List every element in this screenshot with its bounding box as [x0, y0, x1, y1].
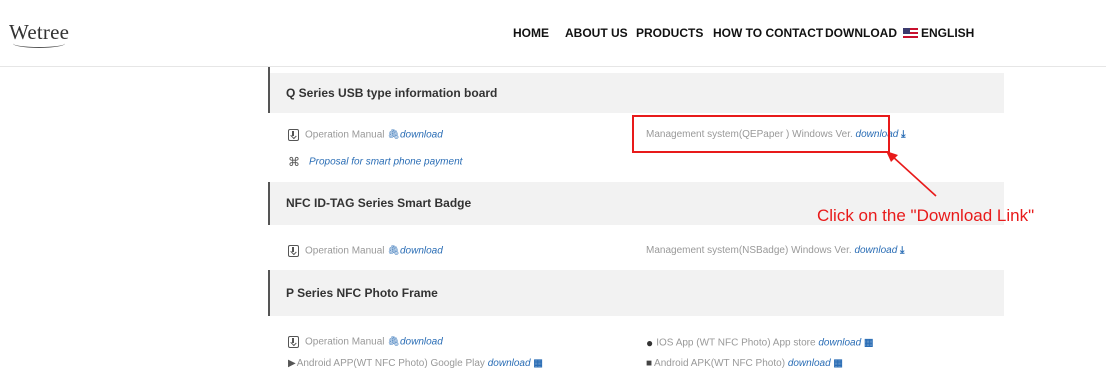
row-label: Management system(NSBadge) Windows Ver.: [646, 245, 852, 256]
download-link[interactable]: download: [818, 338, 861, 349]
nav-language-label: ENGLISH: [921, 26, 975, 40]
download-link[interactable]: download: [400, 246, 443, 257]
download-row: ■ Android APK(WT NFC Photo) download ▦: [646, 358, 843, 369]
row-label: Operation Manual: [305, 129, 385, 141]
paperclip-icon: 🖇: [387, 336, 400, 348]
google-play-icon: ▶: [288, 358, 296, 369]
download-link[interactable]: download: [788, 358, 831, 369]
download-row: ● IOS App (WT NFC Photo) App store downlo…: [646, 336, 873, 350]
payment-icon: ⌘: [288, 155, 300, 169]
download-icon[interactable]: ⤓: [901, 129, 905, 140]
qr-code-icon[interactable]: ▦: [533, 358, 542, 369]
row-label: Operation Manual: [305, 336, 385, 348]
download-row: Management system(NSBadge) Windows Ver. …: [646, 245, 904, 256]
annotation-text: Click on the "Download Link": [817, 206, 1035, 225]
apple-icon: ●: [646, 336, 654, 350]
document-download-icon: [288, 336, 299, 348]
row-label: Operation Manual: [305, 245, 385, 257]
download-row: Operation Manual 🖇download: [288, 129, 443, 141]
qr-code-icon[interactable]: ▦: [833, 358, 842, 369]
highlight-box: [632, 115, 890, 153]
logo[interactable]: Wetree: [9, 20, 69, 48]
nav-products[interactable]: PRODUCTS: [636, 26, 703, 40]
site-header: Wetree HOME ABOUT US PRODUCTS HOW TO CON…: [0, 0, 1106, 67]
download-link[interactable]: download: [488, 358, 531, 369]
row-label: Android APP(WT NFC Photo) Google Play: [296, 358, 485, 370]
section-header-q-series: Q Series USB type information board: [268, 73, 1004, 113]
android-icon: ■: [646, 358, 653, 369]
download-icon[interactable]: ⤓: [900, 245, 904, 256]
section-title: NFC ID-TAG Series Smart Badge: [286, 196, 472, 210]
nav-about-us[interactable]: ABOUT US: [565, 26, 628, 40]
paperclip-icon: 🖇: [387, 245, 400, 257]
download-link[interactable]: download: [400, 337, 443, 348]
nav-download[interactable]: DOWNLOAD: [825, 26, 897, 40]
row-label: IOS App (WT NFC Photo) App store: [656, 337, 816, 349]
section-title: Q Series USB type information board: [286, 86, 498, 100]
nav-how-to-contact[interactable]: HOW TO CONTACT: [713, 26, 823, 40]
download-row: Operation Manual 🖇download: [288, 336, 443, 348]
download-link[interactable]: download: [854, 245, 897, 256]
download-row: Operation Manual 🖇download: [288, 245, 443, 257]
row-label: Android APK(WT NFC Photo): [654, 358, 786, 370]
download-row: ⌘ Proposal for smart phone payment: [288, 155, 462, 169]
document-download-icon: [288, 245, 299, 257]
download-link[interactable]: download: [400, 130, 443, 141]
section-title: P Series NFC Photo Frame: [286, 286, 438, 300]
us-flag-icon: [903, 28, 918, 38]
download-row: ▶Android APP(WT NFC Photo) Google Play d…: [288, 358, 543, 369]
nav-language[interactable]: ENGLISH: [903, 26, 974, 40]
document-download-icon: [288, 129, 299, 141]
paperclip-icon: 🖇: [387, 129, 400, 141]
annotation-arrow: [886, 151, 937, 197]
qr-code-icon[interactable]: ▦: [864, 338, 873, 349]
proposal-link[interactable]: Proposal for smart phone payment: [309, 157, 462, 168]
nav-home[interactable]: HOME: [513, 26, 549, 40]
section-header-p-series: P Series NFC Photo Frame: [268, 270, 1004, 316]
